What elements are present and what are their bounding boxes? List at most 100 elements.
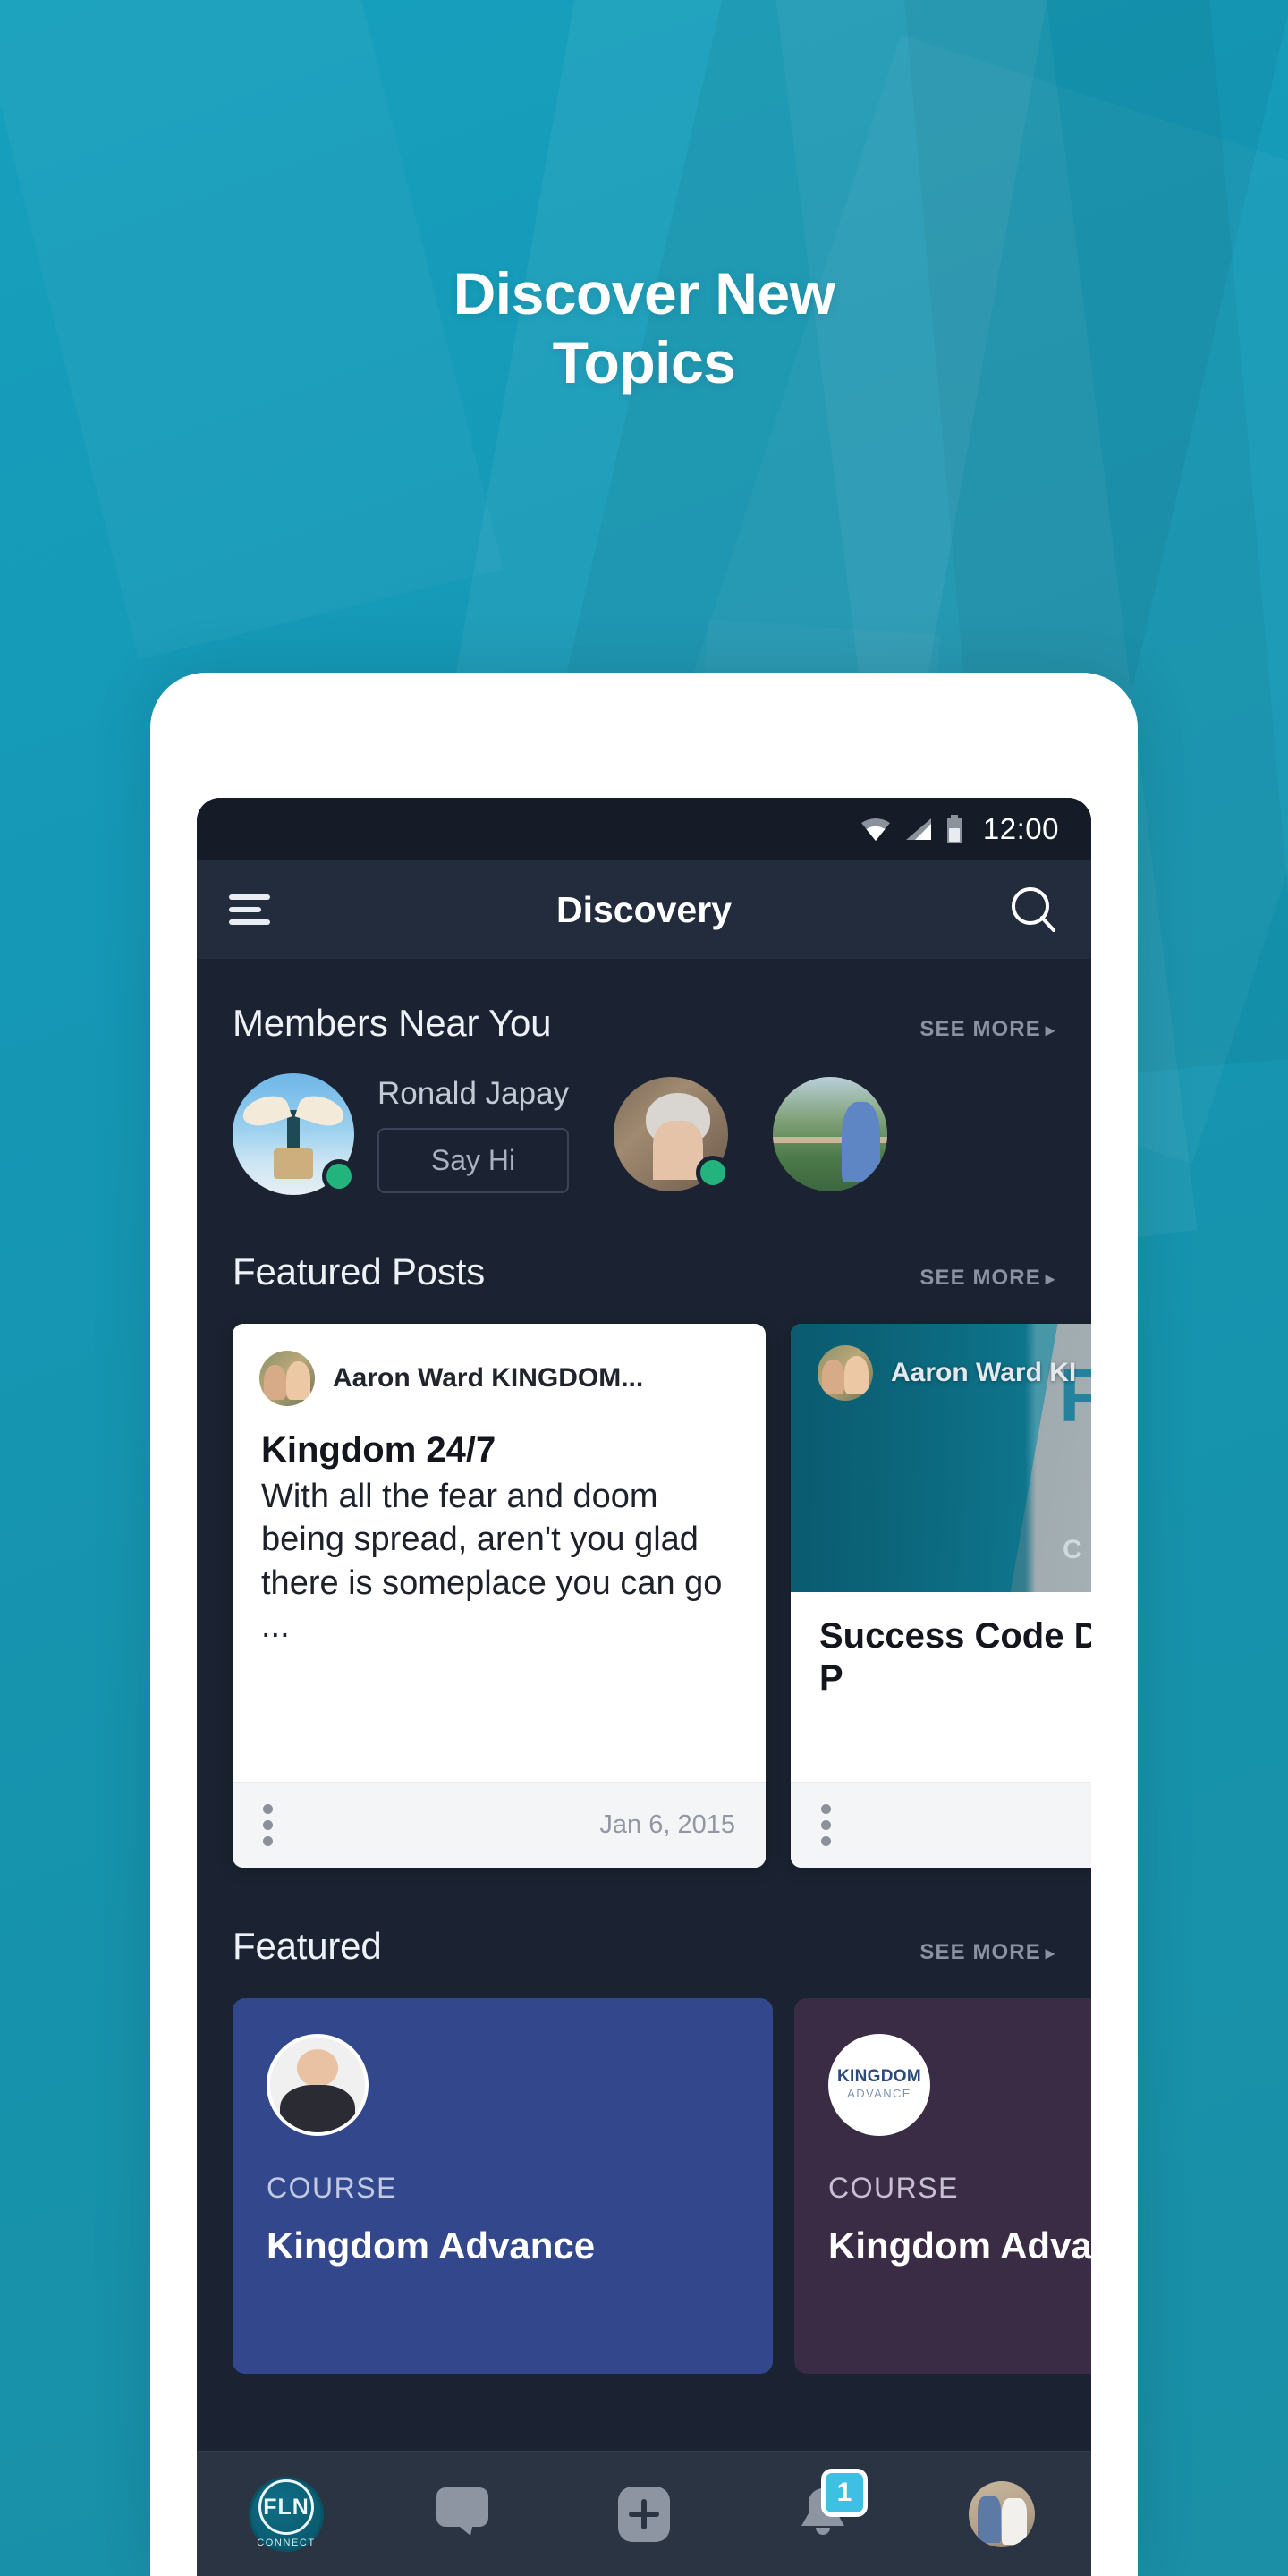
see-more-featured-link[interactable]: SEE MORE ▸ (919, 1940, 1055, 1965)
post-media-image: FAI LI C H U R Aaron Ward KI (791, 1324, 1091, 1592)
phone-screen: 12:00 Discovery Members Near You SEE MOR… (197, 798, 1091, 2576)
post-header: Aaron Ward KI (791, 1324, 1091, 1401)
nav-item-messages[interactable] (411, 2465, 519, 2563)
decor-shape (294, 1090, 348, 1131)
kingdom-advance-logo-icon: KINGDOM ADVANCE (832, 2038, 927, 2132)
course-card[interactable]: KINGDOM ADVANCE COURSE Kingdom Adva (794, 1998, 1091, 2374)
chevron-right-icon: ▸ (1045, 1944, 1055, 1963)
logo-ring: FLN (258, 2479, 314, 2535)
battery-icon (946, 815, 962, 843)
members-near-you-section: Members Near You SEE MORE ▸ Ronald Japay… (197, 959, 1091, 1195)
nav-item-profile[interactable] (948, 2465, 1055, 2563)
post-title: Success Code Declassified P (819, 1616, 1091, 1699)
nav-item-create[interactable] (590, 2465, 698, 2563)
featured-posts-list[interactable]: Aaron Ward KINGDOM... Kingdom 24/7 With … (197, 1324, 1091, 1868)
course-kind-label: COURSE (267, 2172, 397, 2204)
app-bar: Discovery (197, 860, 1091, 959)
kebab-dot (263, 1836, 273, 1846)
post-author-name: Aaron Ward KINGDOM... (333, 1363, 644, 1393)
post-header: Aaron Ward KINGDOM... (233, 1324, 766, 1406)
see-more-label: SEE MORE (919, 1017, 1041, 1041)
post-card[interactable]: FAI LI C H U R Aaron Ward KI Success Cod… (791, 1324, 1091, 1868)
content-scroll-area[interactable]: Members Near You SEE MORE ▸ Ronald Japay… (197, 959, 1091, 2576)
section-header: Members Near You SEE MORE ▸ (197, 1002, 1091, 1045)
avatar (818, 1345, 873, 1401)
avatar-image (773, 1077, 888, 1191)
kebab-menu-icon[interactable] (821, 1804, 831, 1846)
search-icon[interactable] (1007, 884, 1059, 936)
plus-icon (618, 2486, 670, 2542)
course-kind-label: COURSE (828, 2172, 959, 2204)
post-footer (791, 1782, 1091, 1868)
featured-section: Featured SEE MORE ▸ COURSE Kingdom Advanc… (197, 1868, 1091, 2374)
hamburger-line (229, 919, 270, 925)
avatar-wrap (233, 1073, 356, 1195)
members-list[interactable]: Ronald Japay Say Hi (197, 1073, 1091, 1195)
online-status-indicator (696, 1156, 731, 1190)
section-header: Featured SEE MORE ▸ (197, 1925, 1091, 1968)
post-text: With all the fear and doom being spread,… (261, 1478, 723, 1645)
section-title-featured-posts: Featured Posts (233, 1250, 486, 1292)
bottom-navigation-bar: FLN CONNECT 1 (197, 2451, 1091, 2576)
avatar (773, 1077, 888, 1191)
signal-icon (905, 818, 931, 840)
member-info: Ronald Japay Say Hi (377, 1075, 570, 1193)
promo-headline: Discover New Topics (453, 260, 835, 395)
member-card[interactable] (773, 1077, 888, 1191)
decor-shape (239, 1090, 292, 1131)
hamburger-menu-icon[interactable] (229, 887, 270, 932)
avatar-image (969, 2480, 1035, 2547)
notification-badge: 1 (821, 2468, 868, 2517)
course-name: Kingdom Adva (828, 2224, 1091, 2267)
fln-connect-logo-icon: FLN CONNECT (249, 2476, 324, 2552)
course-card[interactable]: COURSE Kingdom Advance (233, 1998, 773, 2374)
avatar-image (818, 1345, 873, 1401)
section-title-members: Members Near You (233, 1002, 552, 1044)
logo-subtext: CONNECT (257, 2538, 316, 2548)
member-card[interactable] (614, 1077, 731, 1191)
say-hi-button[interactable]: Say Hi (377, 1127, 570, 1193)
kebab-dot (821, 1820, 831, 1830)
avatar (267, 2034, 369, 2136)
kebab-dot (821, 1804, 831, 1814)
kebab-dot (821, 1836, 831, 1846)
post-footer: Jan 6, 2015 (233, 1782, 766, 1868)
status-time: 12:00 (982, 812, 1059, 845)
see-more-featured-posts-link[interactable]: SEE MORE ▸ (919, 1266, 1055, 1291)
kebab-dot (263, 1820, 273, 1830)
featured-courses-list[interactable]: COURSE Kingdom Advance KINGDOM ADVANCE C… (197, 1998, 1091, 2374)
see-more-label: SEE MORE (919, 1266, 1041, 1290)
post-body: Success Code Declassified P (791, 1592, 1091, 1782)
hamburger-line (229, 907, 261, 912)
see-more-label: SEE MORE (919, 1940, 1041, 1964)
chevron-right-icon: ▸ (1045, 1269, 1055, 1289)
nav-item-home[interactable]: FLN CONNECT (233, 2465, 340, 2563)
media-small-text: C H U R (1063, 1535, 1091, 1564)
section-header: Featured Posts SEE MORE ▸ (197, 1250, 1091, 1293)
section-title-featured: Featured (233, 1925, 382, 1967)
profile-avatar-icon (969, 2480, 1035, 2547)
page-title: Discovery (555, 888, 732, 930)
avatar (259, 1351, 315, 1406)
wifi-icon (860, 818, 890, 841)
member-card[interactable]: Ronald Japay Say Hi (233, 1073, 570, 1195)
chevron-right-icon: ▸ (1045, 1021, 1055, 1040)
post-date: Jan 6, 2015 (599, 1810, 735, 1839)
avatar-wrap (614, 1077, 731, 1191)
phone-mockup-frame: 12:00 Discovery Members Near You SEE MOR… (150, 673, 1138, 2576)
post-author-name: Aaron Ward KI (891, 1358, 1077, 1387)
kebab-menu-icon[interactable] (263, 1804, 273, 1846)
online-status-indicator (322, 1159, 356, 1193)
status-bar: 12:00 (197, 798, 1091, 860)
logo-subtitle: ADVANCE (847, 2086, 911, 2100)
avatar-wrap (773, 1077, 888, 1191)
kebab-dot (263, 1804, 273, 1814)
see-more-members-link[interactable]: SEE MORE ▸ (919, 1017, 1055, 1042)
nav-item-notifications[interactable]: 1 (769, 2465, 877, 2563)
post-card[interactable]: Aaron Ward KINGDOM... Kingdom 24/7 With … (233, 1324, 766, 1868)
member-name: Ronald Japay (377, 1075, 570, 1111)
post-title: Kingdom 24/7 (261, 1430, 496, 1470)
logo-title: KINGDOM (837, 2066, 921, 2086)
avatar-image (259, 1351, 315, 1406)
chat-bubble-icon (436, 2487, 488, 2536)
